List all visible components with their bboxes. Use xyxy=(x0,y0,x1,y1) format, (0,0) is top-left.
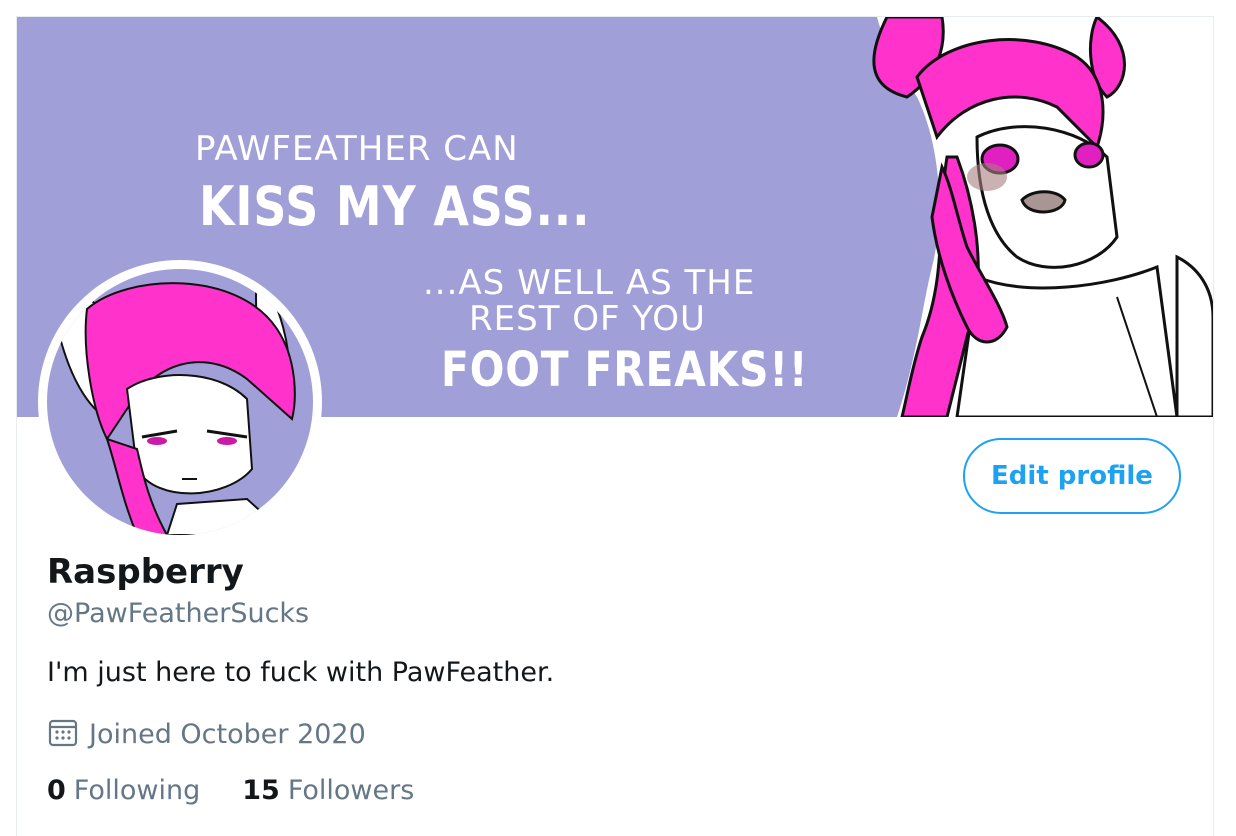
avatar-character-art xyxy=(47,269,296,535)
profile-bio: I'm just here to fuck with PawFeather. xyxy=(47,657,555,688)
followers-link[interactable]: 15 Followers xyxy=(242,775,414,806)
banner-text-line5: FOOT FREAKS!! xyxy=(441,342,809,398)
joined-text: Joined October 2020 xyxy=(89,718,366,750)
banner-text-line1: PAWFEATHER CAN xyxy=(195,129,519,169)
edit-profile-button[interactable]: Edit profile xyxy=(963,438,1181,514)
banner-text-line4: REST OF YOU xyxy=(469,299,706,339)
calendar-icon xyxy=(47,716,79,752)
profile-name: Raspberry xyxy=(47,552,244,592)
banner-text-line2: KISS MY ASS... xyxy=(199,175,591,238)
followers-count: 15 xyxy=(242,775,280,806)
following-link[interactable]: 0 Following xyxy=(47,775,200,806)
profile-stats: 0 Following 15 Followers xyxy=(47,775,414,806)
following-count: 0 xyxy=(47,775,66,806)
profile-handle: @PawFeatherSucks xyxy=(47,598,310,629)
followers-label: Followers xyxy=(287,775,415,806)
following-label: Following xyxy=(73,775,201,806)
banner-text-line3: ...AS WELL AS THE xyxy=(423,263,756,303)
avatar-image xyxy=(47,269,313,535)
joined-date: Joined October 2020 xyxy=(47,716,366,752)
avatar[interactable] xyxy=(38,260,322,544)
